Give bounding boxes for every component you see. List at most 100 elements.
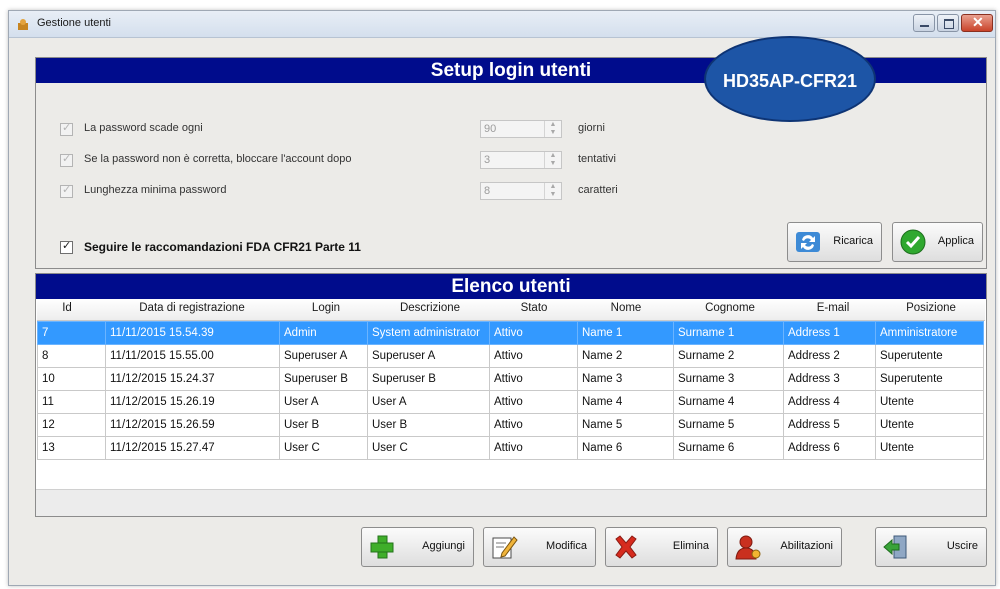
- cell-name: Name 5: [577, 413, 674, 437]
- spin-up-icon[interactable]: ▲: [545, 121, 561, 129]
- cell-email: Address 2: [783, 344, 876, 368]
- cell-status: Attivo: [489, 390, 578, 414]
- exit-label: Uscire: [946, 540, 978, 552]
- delete-user-label: Elimina: [672, 540, 709, 552]
- title-bar[interactable]: Gestione utenti ✕: [9, 11, 995, 38]
- setting-unit: caratteri: [578, 184, 618, 196]
- cell-id: 10: [37, 367, 106, 391]
- exit-button[interactable]: Uscire: [875, 527, 987, 567]
- cell-date: 11/12/2015 15.24.37: [105, 367, 280, 391]
- fda-compliance-checkbox[interactable]: ✓: [60, 240, 73, 254]
- cell-name: Name 1: [577, 321, 674, 345]
- cell-description: User B: [367, 413, 490, 437]
- cell-position: Utente: [875, 436, 984, 460]
- cell-login: Superuser A: [279, 344, 368, 368]
- cell-id: 11: [37, 390, 106, 414]
- delete-user-button[interactable]: Elimina: [605, 527, 718, 567]
- spin-down-icon[interactable]: ▼: [545, 160, 561, 168]
- cell-description: Superuser A: [367, 344, 490, 368]
- apply-button[interactable]: Applica: [892, 222, 983, 262]
- close-icon: ✕: [972, 14, 984, 30]
- cell-email: Address 3: [783, 367, 876, 391]
- cell-surname: Surname 4: [673, 390, 784, 414]
- column-header[interactable]: Descrizione: [370, 302, 490, 314]
- setting-unit: tentativi: [578, 153, 616, 165]
- table-row[interactable]: 13 11/12/2015 15.27.47 User C User C Att…: [37, 436, 984, 460]
- edit-user-label: Modifica: [546, 540, 587, 552]
- cell-id: 8: [37, 344, 106, 368]
- spinner-value: 8: [484, 185, 491, 197]
- cell-date: 11/12/2015 15.26.59: [105, 413, 280, 437]
- reload-icon: [796, 232, 820, 252]
- min-length-checkbox[interactable]: ✓: [60, 184, 73, 198]
- column-header[interactable]: Nome: [579, 302, 673, 314]
- user-permissions-icon: [735, 535, 761, 560]
- lockout-attempts-spinner[interactable]: 3 ▲ ▼: [480, 151, 562, 169]
- model-badge: HD35AP-CFR21: [704, 36, 876, 122]
- maximize-icon: [944, 19, 954, 29]
- cell-login: Superuser B: [279, 367, 368, 391]
- spin-up-icon[interactable]: ▲: [545, 183, 561, 191]
- spin-down-icon[interactable]: ▼: [545, 191, 561, 199]
- minimize-button[interactable]: [913, 14, 935, 32]
- column-header[interactable]: Stato: [491, 302, 577, 314]
- table-row[interactable]: 11 11/12/2015 15.26.19 User A User A Att…: [37, 390, 984, 414]
- user-table-header: Id Data di registrazione Login Descrizio…: [37, 299, 985, 321]
- apply-check-icon: [900, 229, 926, 255]
- table-row[interactable]: 10 11/12/2015 15.24.37 Superuser B Super…: [37, 367, 984, 391]
- setting-unit: giorni: [578, 122, 605, 134]
- setting-label: Lunghezza minima password: [84, 184, 227, 196]
- cell-id: 7: [37, 321, 106, 345]
- maximize-button[interactable]: [937, 14, 959, 32]
- fda-compliance-label: Seguire le raccomandazioni FDA CFR21 Par…: [84, 240, 361, 254]
- column-header[interactable]: E-mail: [787, 302, 879, 314]
- table-row[interactable]: 8 11/11/2015 15.55.00 Superuser A Superu…: [37, 344, 984, 368]
- column-header[interactable]: Data di registrazione: [107, 302, 277, 314]
- cell-login: User A: [279, 390, 368, 414]
- column-header[interactable]: Login: [281, 302, 371, 314]
- user-management-window: Gestione utenti ✕ Setup login utenti ✓ L…: [8, 10, 996, 586]
- password-expiry-spinner[interactable]: 90 ▲ ▼: [480, 120, 562, 138]
- cell-description: User C: [367, 436, 490, 460]
- lockout-checkbox[interactable]: ✓: [60, 153, 73, 167]
- column-header[interactable]: Id: [37, 302, 97, 314]
- minimize-icon: [920, 25, 929, 27]
- spin-up-icon[interactable]: ▲: [545, 152, 561, 160]
- cell-surname: Surname 2: [673, 344, 784, 368]
- cell-login: Admin: [279, 321, 368, 345]
- add-user-button[interactable]: Aggiungi: [361, 527, 474, 567]
- cell-status: Attivo: [489, 321, 578, 345]
- close-button[interactable]: ✕: [961, 14, 993, 32]
- edit-user-button[interactable]: Modifica: [483, 527, 596, 567]
- column-header[interactable]: Posizione: [879, 302, 983, 314]
- cell-login: User C: [279, 436, 368, 460]
- spin-down-icon[interactable]: ▼: [545, 129, 561, 137]
- table-row[interactable]: 12 11/12/2015 15.26.59 User B User B Att…: [37, 413, 984, 437]
- cell-surname: Surname 6: [673, 436, 784, 460]
- min-length-spinner[interactable]: 8 ▲ ▼: [480, 182, 562, 200]
- add-plus-icon: [370, 535, 394, 559]
- cell-name: Name 3: [577, 367, 674, 391]
- table-footer-area: [36, 489, 986, 516]
- table-row[interactable]: 7 11/11/2015 15.54.39 Admin System admin…: [37, 321, 984, 345]
- window-title: Gestione utenti: [37, 17, 111, 29]
- cell-status: Attivo: [489, 367, 578, 391]
- user-list-panel: Elenco utenti Id Data di registrazione L…: [35, 273, 987, 517]
- setting-label: Se la password non è corretta, bloccare …: [84, 153, 352, 165]
- user-table: 7 11/11/2015 15.54.39 Admin System admin…: [37, 321, 984, 460]
- cell-email: Address 5: [783, 413, 876, 437]
- permissions-button[interactable]: Abilitazioni: [727, 527, 842, 567]
- cell-position: Superutente: [875, 367, 984, 391]
- cell-email: Address 6: [783, 436, 876, 460]
- reload-label: Ricarica: [833, 235, 873, 247]
- cell-date: 11/11/2015 15.55.00: [105, 344, 280, 368]
- cell-id: 13: [37, 436, 106, 460]
- reload-button[interactable]: Ricarica: [787, 222, 882, 262]
- cell-description: User A: [367, 390, 490, 414]
- password-expiry-checkbox[interactable]: ✓: [60, 122, 73, 136]
- cell-description: System administrator: [367, 321, 490, 345]
- cell-id: 12: [37, 413, 106, 437]
- delete-x-icon: [615, 535, 637, 559]
- cell-position: Superutente: [875, 344, 984, 368]
- column-header[interactable]: Cognome: [675, 302, 785, 314]
